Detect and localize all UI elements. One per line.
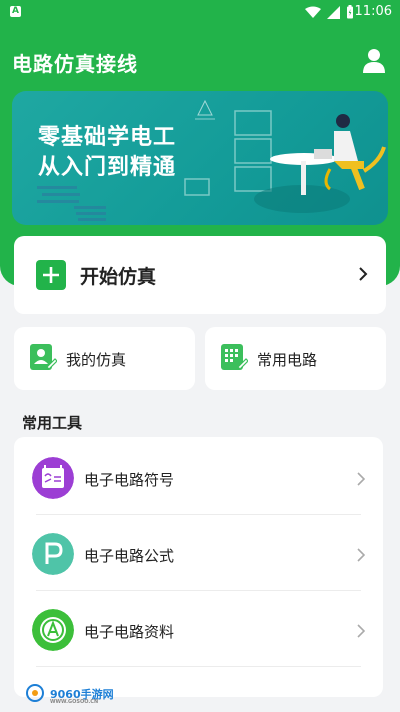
promo-banner[interactable]: 零基础学电工 从入门到精通	[12, 91, 388, 225]
resource-icon	[32, 609, 74, 651]
formula-p-icon	[32, 533, 74, 575]
start-simulation-label: 开始仿真	[80, 266, 157, 288]
tools-list: 电子电路符号 电子电路公式 电子电路资料	[14, 437, 383, 697]
page-title: 电路仿真接线	[12, 52, 138, 76]
circuit-symbol-icon	[32, 457, 74, 499]
banner-headline: 零基础学电工	[38, 125, 177, 150]
tool-circuit-resources[interactable]: 电子电路资料	[14, 591, 383, 667]
tool-circuit-formulas[interactable]: 电子电路公式	[14, 515, 383, 591]
chevron-right-icon	[357, 472, 365, 486]
battery-icon	[347, 5, 353, 19]
circuit-board-icon	[221, 344, 248, 370]
user-icon[interactable]	[362, 48, 386, 74]
divider	[36, 666, 361, 667]
watermark-url: WWW.GOSOO.CN	[50, 699, 99, 705]
common-circuits-button[interactable]: 常用电路	[205, 327, 386, 390]
user-card-icon	[30, 344, 57, 370]
start-simulation-card[interactable]: 开始仿真	[14, 236, 386, 314]
chevron-right-icon	[357, 624, 365, 638]
tool-label: 电子电路资料	[84, 623, 175, 641]
chevron-right-icon	[357, 548, 365, 562]
tool-label: 电子电路符号	[84, 471, 175, 489]
tool-circuit-symbols[interactable]: 电子电路符号	[14, 439, 383, 515]
chevron-right-icon	[359, 267, 368, 281]
wifi-icon	[305, 6, 321, 18]
my-simulations-label: 我的仿真	[66, 351, 127, 369]
signal-icon	[327, 5, 340, 19]
clock: 11:06	[354, 4, 392, 19]
banner-subheadline: 从入门到精通	[38, 155, 177, 180]
tools-section-title: 常用工具	[22, 414, 83, 432]
common-circuits-label: 常用电路	[257, 351, 318, 369]
my-simulations-button[interactable]: 我的仿真	[14, 327, 195, 390]
watermark-logo-icon	[26, 684, 44, 702]
notification-icon: A	[10, 6, 21, 17]
tool-label: 电子电路公式	[84, 547, 175, 565]
status-bar: A 11:06	[0, 0, 400, 24]
plus-icon	[36, 260, 66, 290]
